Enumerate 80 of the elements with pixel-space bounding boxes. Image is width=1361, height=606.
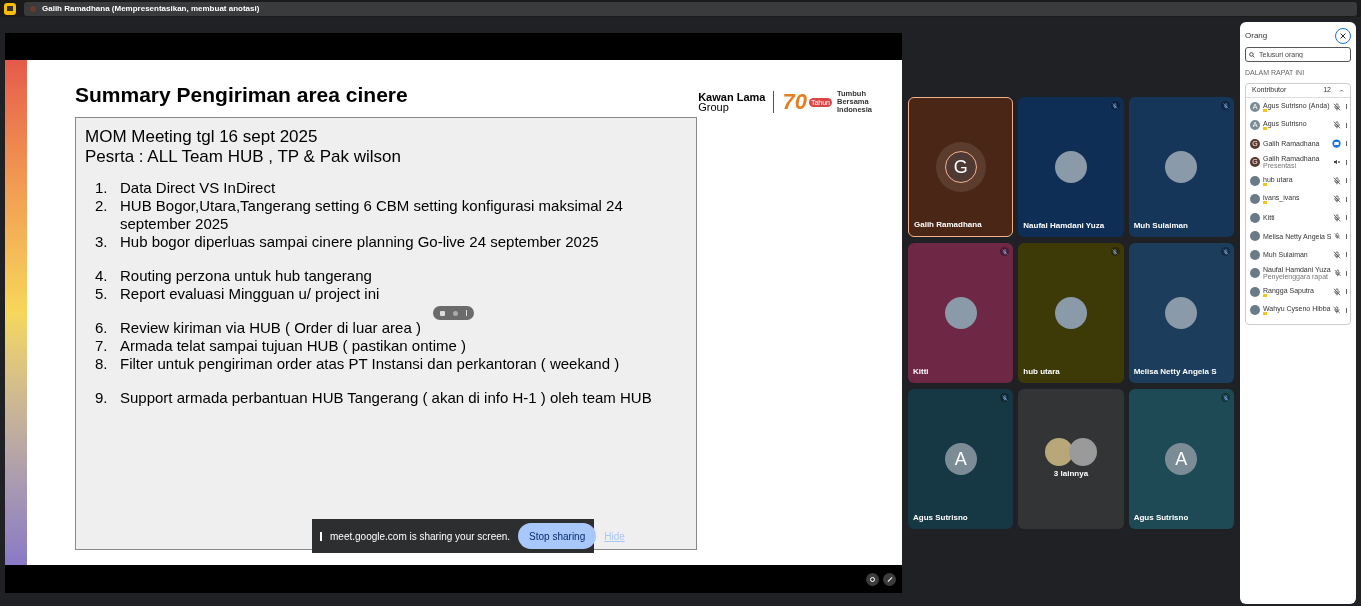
- item-text: Hub bogor diperluas sampai cinere planning Go-live 24 september 2025: [120, 233, 600, 251]
- participant-name: hub utara: [1023, 366, 1060, 378]
- letter-avatar: A: [1165, 443, 1198, 475]
- speaker-off-icon: [1333, 158, 1341, 167]
- item-number: 9.: [94, 389, 109, 407]
- photo-placeholder: [1045, 438, 1073, 466]
- mom-heading: Pesrta : ALL Team HUB , TP & Pak wilson: [85, 147, 402, 167]
- mom-heading: MOM Meeting tgl 16 sept 2025: [85, 127, 319, 147]
- item-number: 7.: [94, 337, 109, 355]
- item-text: HUB Bogor,Utara,Tangerang setting 6 CBM setting konfigurasi maksimal 24 september 2025: [120, 197, 624, 233]
- drag-handle-icon[interactable]: [320, 531, 322, 541]
- mic-off-icon: [1333, 176, 1341, 185]
- photo-placeholder: [1069, 438, 1097, 466]
- photo-placeholder: [1250, 175, 1260, 186]
- participant-name: Naufal Hamdani Yuza: [1023, 220, 1105, 232]
- item-number: 1.: [94, 179, 109, 197]
- presenting-icon: [1332, 139, 1341, 149]
- item-text: Review kiriman via HUB ( Order di luar area ): [120, 319, 422, 337]
- letter-avatar: G: [944, 151, 977, 183]
- external-badge-icon: [1263, 201, 1267, 205]
- item-number: 2.: [94, 197, 109, 216]
- brand-name: Kawan Lama: [698, 92, 766, 102]
- letter-avatar: A: [944, 443, 977, 475]
- item-text: Report evaluasi Mingguan u/ project ini: [120, 285, 381, 303]
- participant-name: Muh Sulaiman: [1133, 220, 1188, 232]
- mic-off-icon: [1333, 195, 1341, 204]
- external-badge-icon: [1263, 182, 1267, 186]
- external-badge-icon: [1263, 312, 1267, 316]
- share-message: meet.google.com is sharing your screen.: [330, 529, 511, 544]
- mic-off-icon: [1333, 306, 1341, 315]
- item-text: Armada telat sampai tujuan HUB ( pastikan ontime ): [120, 337, 467, 355]
- item-number: 4.: [94, 267, 109, 285]
- mic-off-icon: [1334, 232, 1341, 241]
- external-badge-icon: [1263, 108, 1267, 112]
- photo-placeholder: [1250, 305, 1260, 316]
- brand-group: Group: [698, 102, 766, 112]
- participant-name: Agus Sutrisno: [1133, 512, 1189, 524]
- item-number: 6.: [94, 319, 109, 337]
- more-icon[interactable]: [465, 310, 468, 316]
- participant-name: Kitti: [913, 366, 929, 378]
- slide-title: Summary Pengiriman area cinere: [75, 82, 408, 108]
- participant-name: Melisa Netty Angela S: [1133, 366, 1217, 378]
- item-text: Routing perzona untuk hub tangerang: [120, 267, 373, 285]
- anniversary-number: 70: [782, 91, 807, 113]
- presenter-title: Galih Ramadhana (Mempresentasikan, membuat anotasi): [42, 2, 260, 15]
- photo-placeholder: [944, 297, 977, 329]
- participant-name: Agus Sutrisno: [913, 512, 968, 524]
- presentation-icon: [4, 2, 16, 15]
- search-icon: [1249, 51, 1255, 58]
- close-icon: [1340, 33, 1346, 39]
- external-badge-icon: [1263, 293, 1267, 297]
- mic-off-icon: [1333, 213, 1341, 222]
- avatar-icon: [30, 5, 36, 12]
- photo-placeholder: [1055, 297, 1087, 329]
- mic-off-icon: [1333, 121, 1341, 130]
- item-number: 8.: [94, 355, 109, 373]
- item-text: Data Direct VS InDirect: [120, 179, 277, 197]
- photo-placeholder: [1165, 151, 1198, 183]
- mic-off-icon: [1333, 102, 1341, 111]
- photo-placeholder: [1250, 194, 1260, 205]
- photo-placeholder: [1250, 249, 1260, 260]
- zoom-icon[interactable]: [866, 572, 879, 586]
- mic-off-icon: [1333, 250, 1341, 259]
- mic-off-icon: [1333, 269, 1341, 278]
- photo-placeholder: [1165, 297, 1198, 329]
- item-text: Filter untuk pengiriman order atas PT Instansi dan perkantoran ( weekand ): [120, 355, 621, 373]
- item-number: 5.: [94, 285, 109, 303]
- participant-name: Galih Ramadhana: [914, 219, 982, 231]
- photo-placeholder: [1055, 151, 1087, 183]
- others-count: 3 lainnya: [1053, 468, 1089, 480]
- photo-placeholder: [1250, 212, 1260, 223]
- stop-sharing-button[interactable]: Stop sharing: [518, 523, 597, 549]
- item-number: 3.: [94, 233, 109, 251]
- photo-placeholder: [1250, 286, 1260, 297]
- photo-placeholder: [1250, 231, 1260, 242]
- external-badge-icon: [1263, 127, 1267, 131]
- item-text: Support armada perbantuan HUB Tangerang ( akan di info H-1 ) oleh team HUB: [120, 389, 653, 407]
- photo-placeholder: [1250, 268, 1260, 279]
- panel-title: Orang: [1245, 30, 1268, 42]
- mic-off-icon: [1333, 287, 1341, 296]
